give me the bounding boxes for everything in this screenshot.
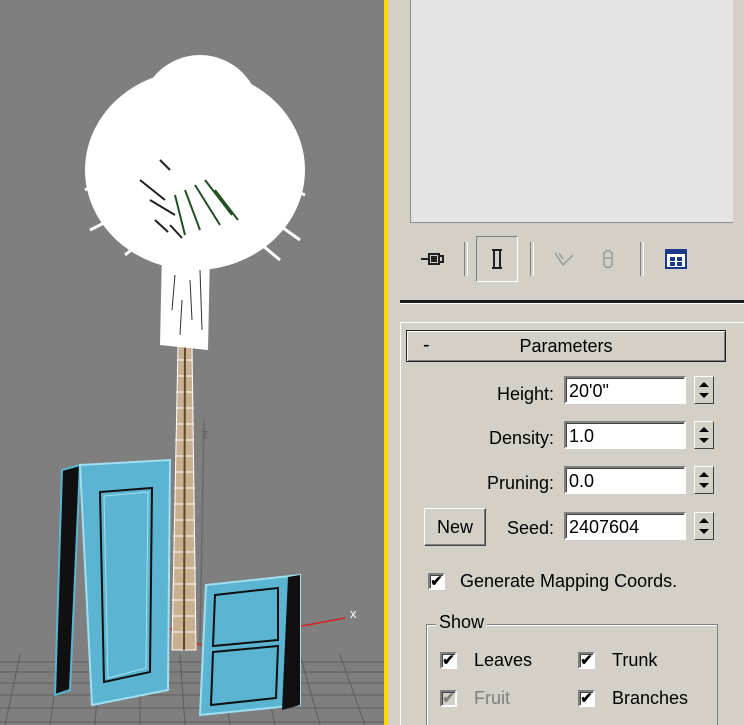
viewport-scene: x y z: [0, 55, 384, 725]
seed-spinner[interactable]: [694, 512, 714, 540]
generate-mapping-label: Generate Mapping Coords.: [460, 571, 678, 591]
height-spinner[interactable]: [694, 376, 714, 404]
show-group-title: Show: [436, 612, 488, 633]
modifier-stack-toolbar: [412, 236, 732, 282]
panel-separator: [400, 300, 744, 304]
trunk-checkbox[interactable]: ✔: [578, 652, 595, 669]
pruning-label: Pruning:: [486, 473, 554, 493]
pruning-spinner[interactable]: [694, 466, 714, 494]
toolbar-separator: [530, 242, 534, 276]
fruit-label: Fruit: [474, 688, 510, 708]
show-end-result-icon[interactable]: [476, 236, 518, 282]
new-seed-button[interactable]: New: [424, 508, 486, 546]
pin-stack-icon[interactable]: [412, 236, 452, 282]
configure-modifier-sets-icon[interactable]: [656, 236, 696, 282]
height-field[interactable]: 20'0": [564, 376, 686, 404]
rollout-title: Parameters: [519, 336, 613, 356]
axis-x-label: x: [350, 606, 357, 621]
leaves-label: Leaves: [474, 650, 533, 670]
palm-trunk: [171, 344, 197, 651]
density-spinner[interactable]: [694, 421, 714, 449]
branches-checkbox[interactable]: ✔: [578, 690, 595, 707]
trunk-label: Trunk: [612, 650, 658, 670]
parameters-rollout-header[interactable]: - Parameters: [406, 330, 726, 362]
modifier-stack-list[interactable]: [410, 0, 733, 223]
leaves-checkbox[interactable]: ✔: [440, 652, 457, 669]
density-label: Density:: [488, 428, 554, 448]
density-field[interactable]: 1.0: [564, 421, 686, 449]
show-group: [426, 624, 718, 725]
height-label: Height:: [496, 384, 554, 404]
modify-command-panel: - Parameters Height: 20'0" Density: 1.0 …: [388, 0, 744, 725]
make-unique-icon[interactable]: [544, 236, 584, 282]
seed-field[interactable]: 2407604: [564, 512, 686, 540]
palm-canopy: [84, 55, 306, 350]
fruit-checkbox: ✔: [440, 690, 457, 707]
perspective-viewport[interactable]: x y z: [0, 0, 384, 725]
toolbar-separator: [464, 242, 468, 276]
pruning-field[interactable]: 0.0: [564, 466, 686, 494]
axis-z-label: z: [202, 426, 209, 441]
remove-modifier-icon[interactable]: [588, 236, 628, 282]
toolbar-separator: [640, 242, 644, 276]
seed-label: Seed:: [506, 518, 554, 538]
door-object-left: [53, 458, 172, 707]
branches-label: Branches: [612, 688, 689, 708]
door-object-right: [198, 573, 301, 717]
generate-mapping-checkbox[interactable]: ✔: [428, 573, 445, 590]
